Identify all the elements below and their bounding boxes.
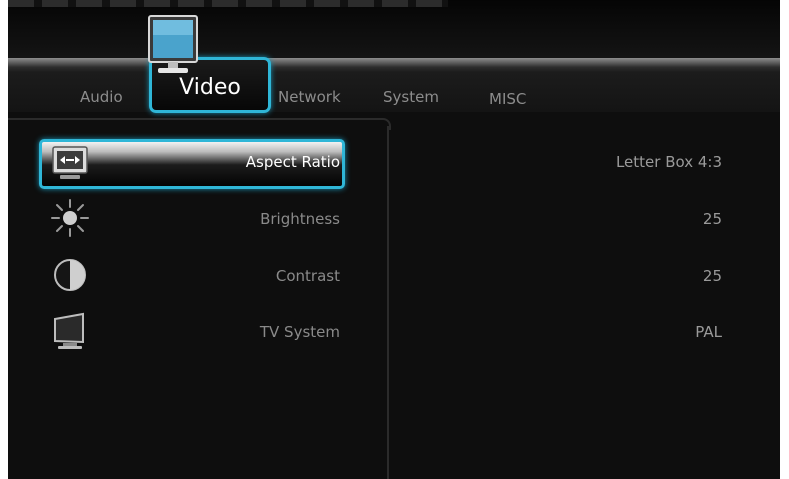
tab-audio[interactable]: Audio [80,88,123,106]
brightness-icon [51,199,89,237]
tab-system[interactable]: System [383,88,439,106]
tv-system-value: PAL [695,323,722,341]
brightness-label: Brightness [260,210,340,228]
aspect-ratio-icon [52,146,88,179]
tab-misc[interactable]: MISC [489,90,526,108]
tv-icon [148,15,198,73]
panel-divider [387,126,389,479]
aspect-ratio-value: Letter Box 4:3 [615,153,722,171]
contrast-value: 25 [702,267,722,285]
brightness-value: 25 [702,210,722,228]
aspect-ratio-label: Aspect Ratio [245,153,340,171]
header-band [8,0,780,58]
video-settings-screen: Audio Video Network System MISC Aspect R… [8,0,780,479]
tab-network[interactable]: Network [278,88,341,106]
contrast-icon [54,259,86,291]
tv-system-label: TV System [259,323,340,341]
settings-list-frame [8,118,391,130]
contrast-label: Contrast [275,267,340,285]
tv-system-icon [54,312,84,349]
tab-video-label: Video [179,75,241,100]
